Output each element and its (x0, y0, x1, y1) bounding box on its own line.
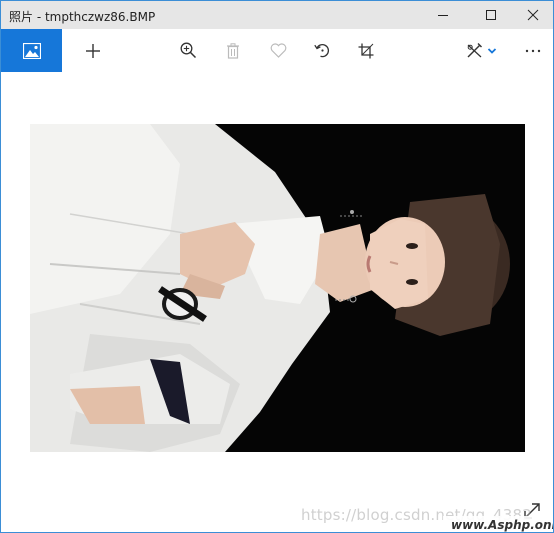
more-icon (525, 49, 541, 52)
site-badge: www.Asphp.online (443, 516, 553, 532)
edit-create-icon (467, 43, 482, 58)
favorite-button[interactable] (264, 29, 292, 72)
rotate-icon (313, 44, 329, 58)
portrait-photo[interactable] (30, 124, 525, 452)
more-button[interactable] (519, 29, 547, 72)
title-bar: 照片 - tmpthczwz86.BMP (1, 1, 553, 29)
maximize-icon (486, 10, 496, 20)
photos-app-window: 照片 - tmpthczwz86.BMP https://blog.csdn.n… (0, 0, 554, 533)
zoom-in-icon (180, 42, 196, 59)
add-icon (86, 43, 100, 58)
edit-create-button[interactable] (460, 29, 488, 72)
delete-button[interactable] (219, 29, 247, 72)
chevron-down-icon (487, 47, 497, 54)
maximize-button[interactable] (469, 1, 513, 29)
close-button[interactable] (511, 1, 553, 29)
minimize-icon (438, 15, 448, 16)
delete-icon (227, 42, 239, 59)
window-title: 照片 - tmpthczwz86.BMP (9, 10, 156, 24)
favorite-icon (270, 43, 286, 58)
view-image-icon (22, 42, 41, 59)
crop-button[interactable] (352, 29, 380, 72)
close-icon (527, 9, 539, 21)
command-bar (1, 29, 553, 72)
minimize-button[interactable] (421, 1, 465, 29)
photo-canvas (30, 124, 525, 452)
view-image-button[interactable] (1, 29, 62, 72)
zoom-in-button[interactable] (174, 29, 202, 72)
edit-menu-toggle[interactable] (485, 29, 499, 72)
add-button[interactable] (79, 29, 107, 72)
crop-icon (358, 43, 374, 58)
rotate-button[interactable] (308, 29, 336, 72)
